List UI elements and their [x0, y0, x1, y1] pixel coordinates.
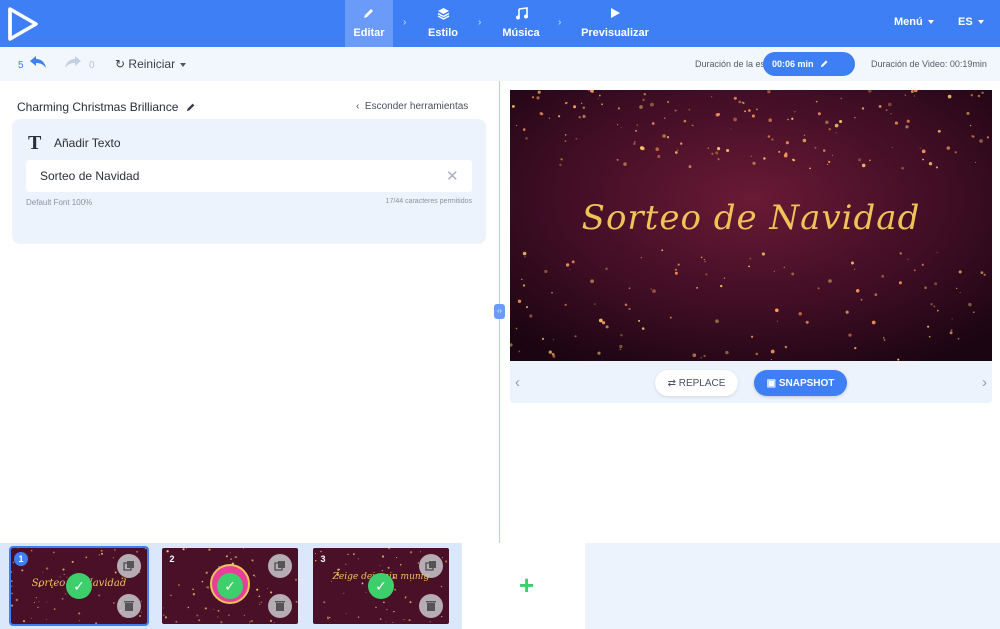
nav-separator: › [558, 17, 562, 28]
snapshot-button[interactable]: ▣ SNAPSHOT [754, 370, 847, 396]
scene-number: 3 [320, 554, 326, 564]
preview-caption: Sorteo de Navidad [581, 198, 921, 238]
redo-count: 0 [89, 60, 95, 71]
scene-duration-button[interactable]: 00:06 min [763, 52, 855, 76]
chevron-left-icon: ‹ [356, 101, 360, 112]
redo-icon[interactable] [64, 55, 82, 69]
nav-separator: › [478, 17, 482, 28]
check-icon: ✓ [368, 573, 394, 599]
edit-toolbar: 5 0 ↻ Reiniciar Duración de la escena: 0… [0, 47, 1000, 81]
reset-dropdown[interactable]: ↻ Reiniciar [115, 57, 187, 71]
preview-panel: Sorteo de Navidad ‹ ⇄ REPLACE ▣ SNAPSHOT… [510, 90, 992, 403]
trash-icon[interactable] [268, 594, 292, 618]
resize-handle-icon[interactable]: ‹› [494, 304, 505, 319]
duplicate-icon[interactable] [268, 554, 292, 578]
text-icon: T [28, 132, 42, 154]
replace-button[interactable]: ⇄ REPLACE [655, 370, 738, 396]
add-text-card: T Añadir Texto ✕ Default Font 100% 17/44… [12, 119, 486, 244]
top-bar: Editar › Estilo › Música › Previsualizar… [0, 0, 1000, 47]
pencil-icon [345, 7, 393, 25]
layers-icon [420, 7, 466, 25]
nav-tab-musica[interactable]: Música [497, 0, 545, 47]
nav-tab-previsualizar[interactable]: Previsualizar [580, 0, 650, 47]
pencil-icon[interactable] [186, 102, 196, 112]
duplicate-icon[interactable] [419, 554, 443, 578]
duplicate-icon[interactable] [117, 554, 141, 578]
menu-dropdown[interactable]: Menú [894, 16, 934, 28]
scene-number: 1 [14, 552, 28, 566]
chevron-down-icon [180, 62, 187, 67]
app-logo[interactable] [6, 6, 40, 42]
add-scene-button[interactable]: + [519, 570, 534, 601]
close-icon[interactable]: ✕ [446, 167, 459, 185]
chevron-down-icon [927, 20, 934, 25]
pencil-icon [820, 60, 828, 68]
language-dropdown[interactable]: ES [958, 16, 984, 28]
image-icon: ▣ [766, 377, 777, 389]
chevron-down-icon [977, 20, 984, 25]
scene-thumbnail-3[interactable]: 3 Zeige dein ein munig ✓ [313, 548, 449, 624]
trash-icon[interactable] [419, 594, 443, 618]
trash-icon[interactable] [117, 594, 141, 618]
refresh-icon: ↻ [115, 57, 126, 71]
check-icon: ✓ [66, 573, 92, 599]
scene-thumbnail-2[interactable]: 2 ✓ [162, 548, 298, 624]
scene-duration-label: Duración de la escena: [695, 59, 765, 69]
scene-thumbnail-1[interactable]: 1 Sorteo de Navidad ✓ [9, 546, 149, 626]
chevron-right-icon[interactable]: › [982, 374, 987, 391]
char-count: 17/44 caracteres permitidos [385, 198, 472, 205]
undo-count: 5 [18, 60, 24, 71]
preview-image: Sorteo de Navidad [510, 90, 992, 361]
text-input[interactable] [26, 160, 472, 192]
timeline-empty-area [585, 543, 1000, 629]
music-icon [497, 7, 545, 25]
scene-number: 2 [169, 554, 175, 564]
chevron-left-icon[interactable]: ‹ [515, 374, 520, 391]
hide-tools-link[interactable]: ‹ Esconder herramientas [356, 101, 468, 112]
play-icon [580, 7, 650, 25]
nav-tab-editar[interactable]: Editar [345, 0, 393, 47]
add-text-label: Añadir Texto [54, 136, 121, 150]
video-duration: Duración de Video: 00:19min [871, 59, 987, 69]
nav-tab-estilo[interactable]: Estilo [420, 0, 466, 47]
swap-icon: ⇄ [667, 377, 676, 389]
font-meta: Default Font 100% [26, 198, 93, 207]
check-icon: ✓ [217, 573, 243, 599]
nav-separator: › [403, 17, 407, 28]
undo-icon[interactable] [29, 55, 47, 69]
project-title[interactable]: Charming Christmas Brilliance [17, 100, 196, 114]
